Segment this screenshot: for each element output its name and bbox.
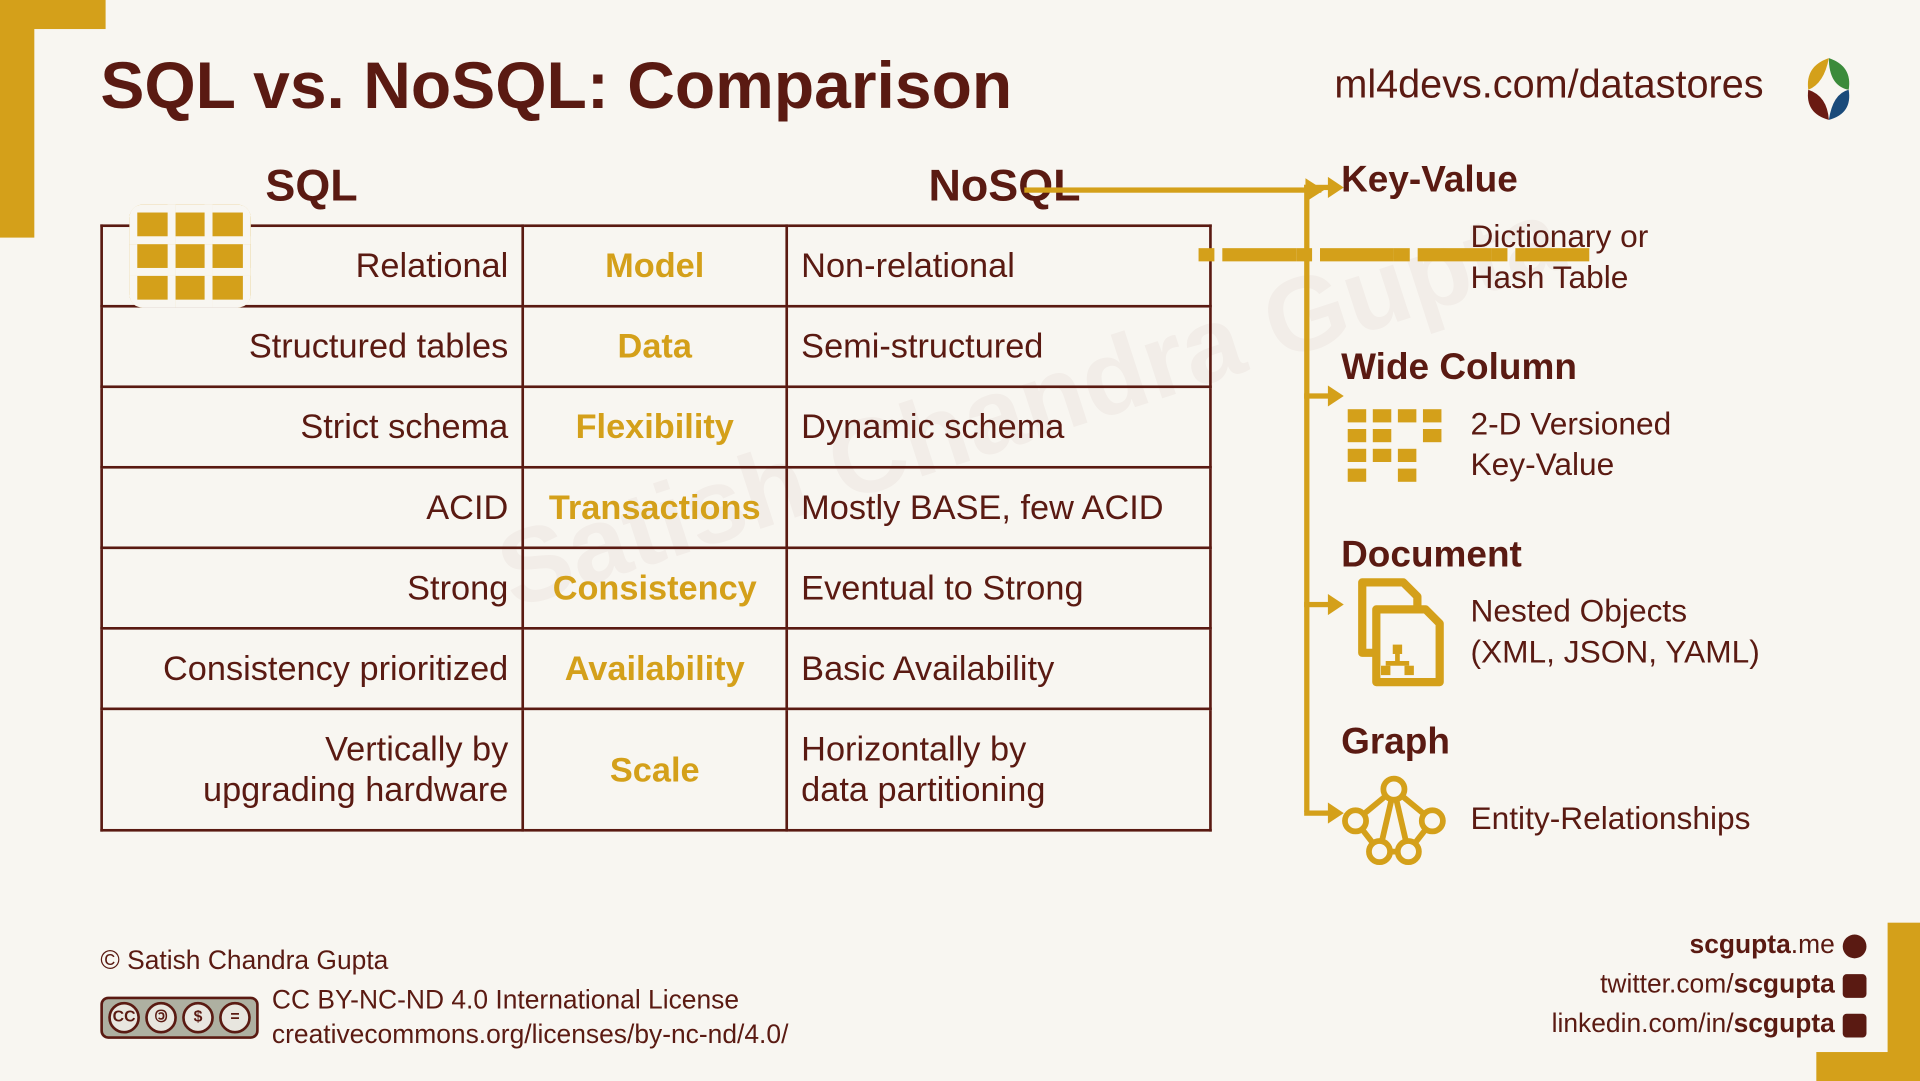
connector-arrow xyxy=(1304,393,1330,398)
sql-cell: Strict schema xyxy=(102,387,523,468)
nosql-cell: Dynamic schema xyxy=(787,387,1211,468)
type-wide-column: Wide Column 2-D Versioned Key-Value xyxy=(1341,346,1869,491)
corner-decoration-top-left xyxy=(0,0,34,238)
type-title: Key-Value xyxy=(1341,158,1869,200)
nosql-cell: Mostly BASE, few ACID xyxy=(787,467,1211,548)
table-row: Vertically by upgrading hardwareScaleHor… xyxy=(102,709,1211,830)
nosql-cell: Horizontally by data partitioning xyxy=(787,709,1211,830)
nosql-types-list: Key-Value Dictionary or Hash Table Wide … xyxy=(1341,158,1869,908)
connector-arrow xyxy=(1304,810,1330,815)
category-cell: Flexibility xyxy=(523,387,787,468)
category-cell: Transactions xyxy=(523,467,787,548)
category-cell: Consistency xyxy=(523,548,787,629)
type-title: Wide Column xyxy=(1341,346,1869,388)
license-url: creativecommons.org/licenses/by-nc-nd/4.… xyxy=(272,1018,788,1052)
type-graph: Graph Entity-R xyxy=(1341,721,1869,866)
source-url: ml4devs.com/datastores xyxy=(1334,63,1763,108)
connector-arrow xyxy=(1304,602,1330,607)
connector-arrow xyxy=(1304,185,1330,190)
type-desc: 2-D Versioned Key-Value xyxy=(1470,404,1671,486)
table-row: StrongConsistencyEventual to Strong xyxy=(102,548,1211,629)
comparison-table: RelationalModelNon-relational Structured… xyxy=(100,224,1211,831)
sql-cell: Vertically by upgrading hardware xyxy=(102,709,523,830)
copyright-text: © Satish Chandra Gupta xyxy=(100,944,788,978)
table-row: RelationalModelNon-relational xyxy=(102,226,1211,307)
twitter-icon xyxy=(1843,974,1867,998)
linkedin-icon xyxy=(1843,1013,1867,1037)
type-key-value: Key-Value Dictionary or Hash Table xyxy=(1341,158,1869,303)
corner-decoration-bottom-right xyxy=(1888,923,1920,1081)
type-desc: Nested Objects (XML, JSON, YAML) xyxy=(1470,591,1759,673)
key-value-icon xyxy=(1341,211,1447,303)
sql-cell: Strong xyxy=(102,548,523,629)
document-icon xyxy=(1341,586,1447,678)
type-desc: Dictionary or Hash Table xyxy=(1470,216,1648,298)
table-row: Consistency prioritizedAvailabilityBasic… xyxy=(102,628,1211,709)
cc-license-badge-icon: CC🄯$= xyxy=(100,997,258,1039)
page-title: SQL vs. NoSQL: Comparison xyxy=(100,48,1012,125)
connector-vertical xyxy=(1304,185,1309,812)
category-cell: Data xyxy=(523,306,787,387)
type-title: Graph xyxy=(1341,721,1869,763)
table-icon xyxy=(129,205,250,308)
graph-icon xyxy=(1341,774,1447,866)
footer-left: © Satish Chandra Gupta CC🄯$= CC BY-NC-ND… xyxy=(100,944,788,1052)
footer-right: scgupta.me twitter.com/scgupta linkedin.… xyxy=(1552,925,1867,1044)
nosql-cell: Semi-structured xyxy=(787,306,1211,387)
category-cell: Availability xyxy=(523,628,787,709)
sql-cell: Structured tables xyxy=(102,306,523,387)
nosql-cell: Non-relational xyxy=(787,226,1211,307)
linkedin-link: linkedin.com/in/scgupta xyxy=(1552,1005,1867,1045)
nosql-cell: Eventual to Strong xyxy=(787,548,1211,629)
sql-cell: Consistency prioritized xyxy=(102,628,523,709)
category-cell: Scale xyxy=(523,709,787,830)
table-row: Structured tablesDataSemi-structured xyxy=(102,306,1211,387)
nosql-cell: Basic Availability xyxy=(787,628,1211,709)
connector-line xyxy=(1024,182,1321,195)
table-row: Strict schemaFlexibilityDynamic schema xyxy=(102,387,1211,468)
type-document: Document Nested Objects (XML, JSON, YAML… xyxy=(1341,533,1869,678)
table-row: ACIDTransactionsMostly BASE, few ACID xyxy=(102,467,1211,548)
license-name: CC BY-NC-ND 4.0 International License xyxy=(272,983,788,1017)
sql-cell: ACID xyxy=(102,467,523,548)
twitter-link: twitter.com/scgupta xyxy=(1552,965,1867,1005)
type-desc: Entity-Relationships xyxy=(1470,799,1750,840)
type-title: Document xyxy=(1341,533,1869,575)
category-cell: Model xyxy=(523,226,787,307)
globe-icon xyxy=(1843,934,1867,958)
wide-column-icon xyxy=(1341,399,1447,491)
site-logo-icon xyxy=(1786,50,1872,129)
personal-site-link: scgupta.me xyxy=(1552,925,1867,965)
